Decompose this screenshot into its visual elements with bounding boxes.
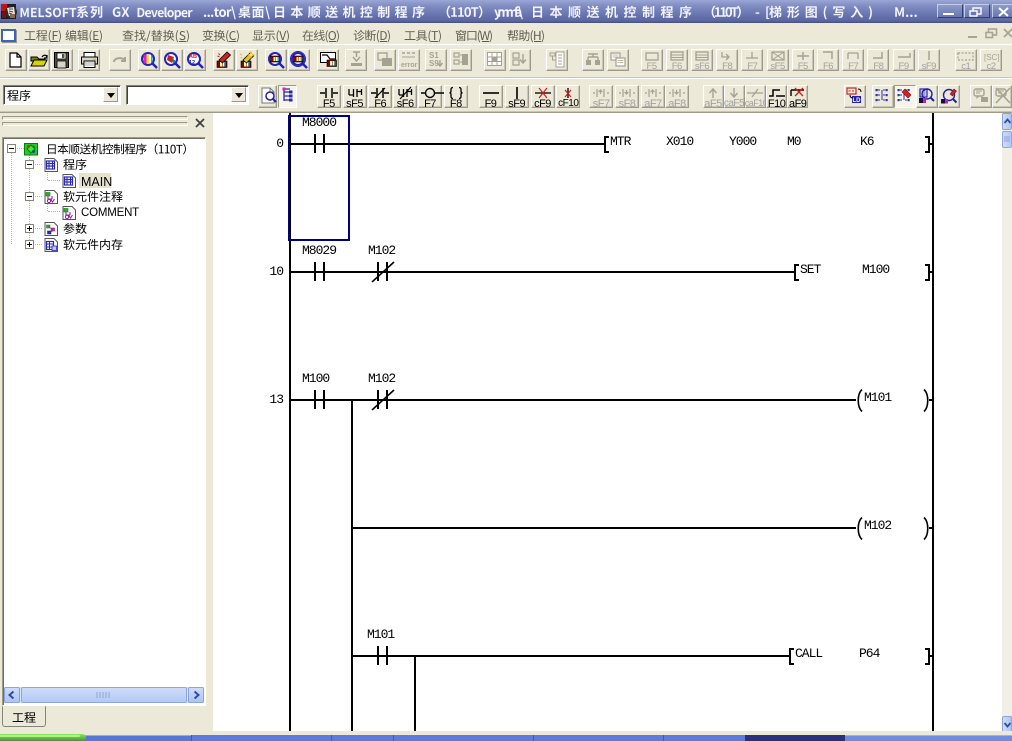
svg-text:error: error xyxy=(401,62,418,69)
svg-text:LD: LD xyxy=(853,98,862,104)
svg-text:12: 12 xyxy=(189,60,195,66)
